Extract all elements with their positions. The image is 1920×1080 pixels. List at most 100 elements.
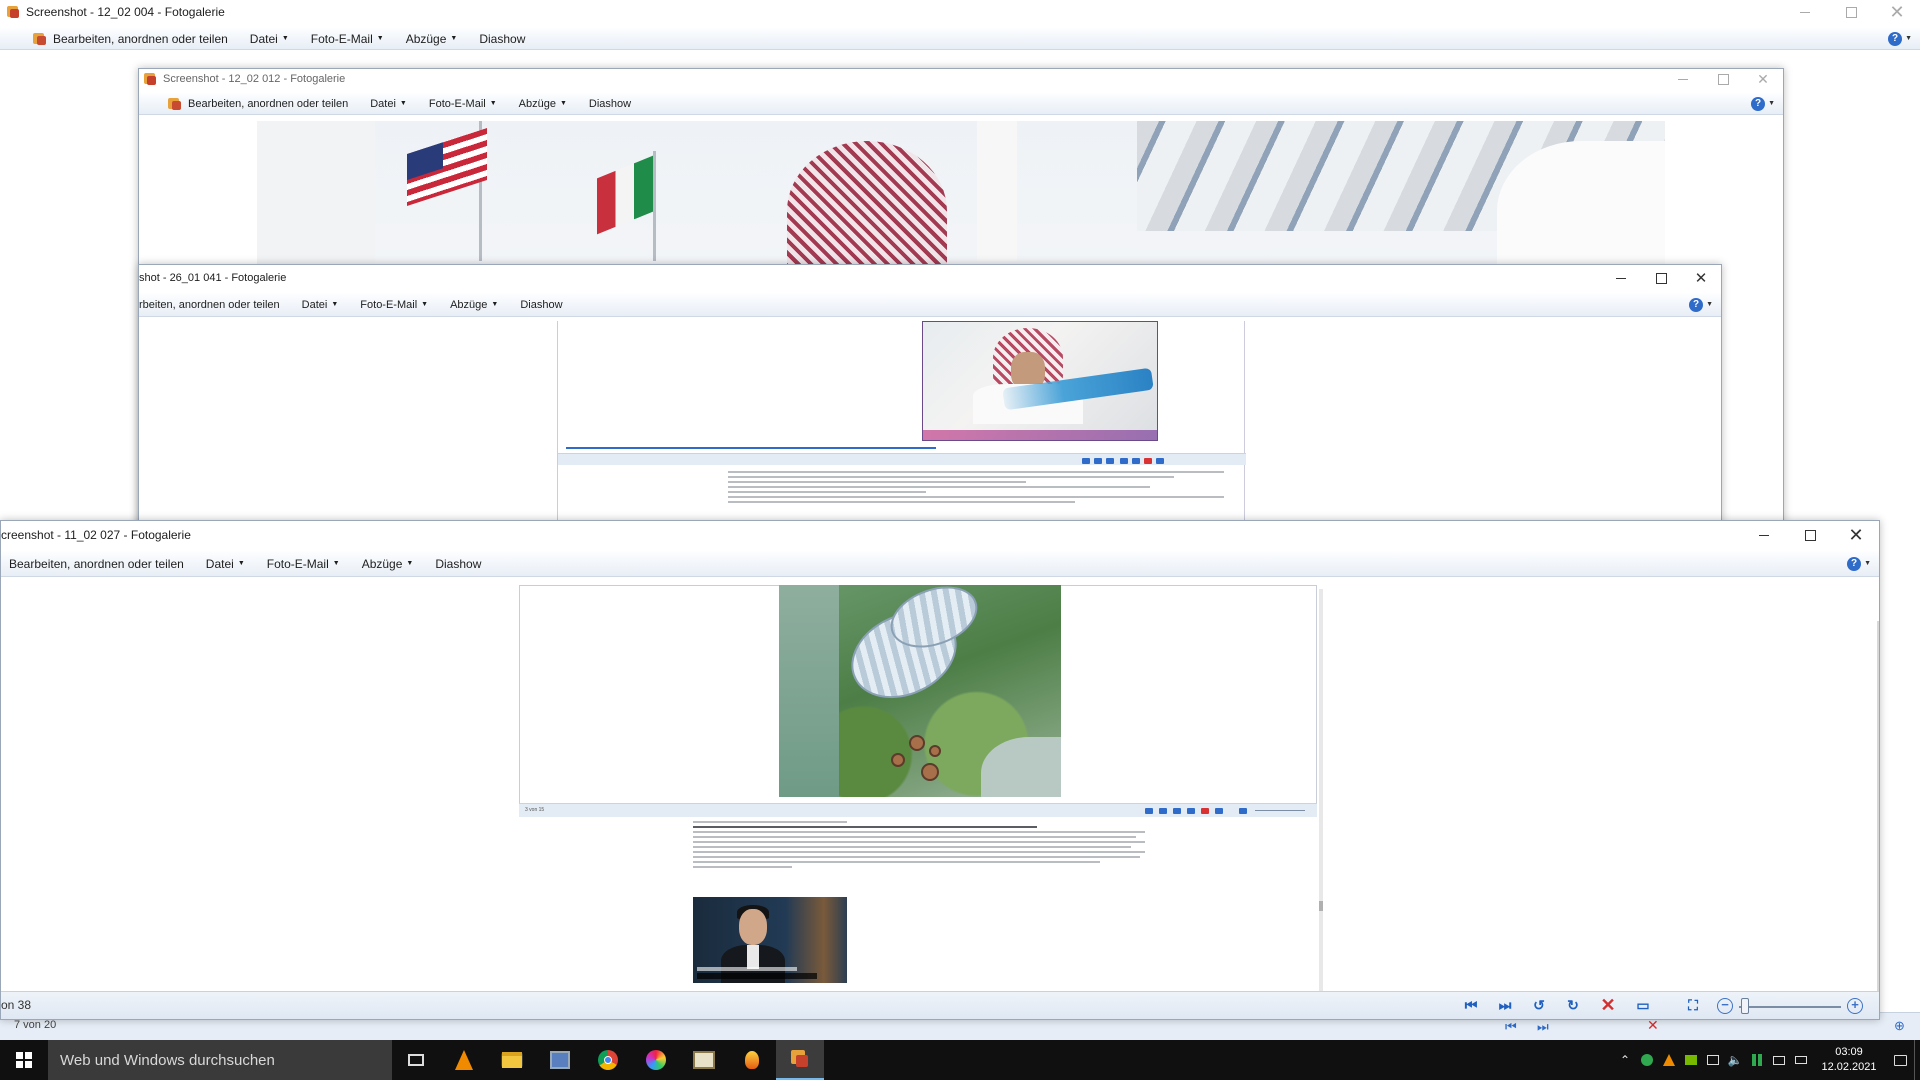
close-button[interactable]: ✕: [1681, 265, 1721, 291]
edit-share-menu[interactable]: Bearbeiten, anordnen oder teilen: [157, 93, 359, 114]
zoom-slider-track[interactable]: [1739, 1005, 1841, 1008]
help-button[interactable]: ? ▼: [1689, 297, 1713, 312]
rotate-right-icon[interactable]: ↻: [1563, 997, 1583, 1015]
last-image-icon[interactable]: ⏭: [1537, 1019, 1549, 1035]
caret-down-icon: ▼: [491, 301, 499, 308]
display-icon[interactable]: [1768, 1040, 1790, 1080]
search-placeholder: Web und Windows durchsuchen: [60, 1051, 275, 1069]
keyboard-icon[interactable]: [1790, 1040, 1812, 1080]
first-image-icon[interactable]: ⏮: [1505, 1019, 1517, 1035]
edit-share-menu[interactable]: Bearbeiten, anordnen oder teilen: [1, 551, 195, 576]
title-bar[interactable]: Screenshot - 12_02 012 - Fotogalerie ✕: [139, 69, 1783, 89]
photo-viewer-icon[interactable]: [680, 1040, 728, 1080]
action-center-icon[interactable]: [1886, 1040, 1914, 1080]
chrome-icon[interactable]: [584, 1040, 632, 1080]
prints-menu[interactable]: Abzüge ▼: [351, 551, 425, 576]
help-button[interactable]: ? ▼: [1751, 96, 1775, 111]
caret-down-icon: ▼: [450, 35, 458, 42]
task-view-icon[interactable]: [392, 1040, 440, 1080]
file-menu[interactable]: Datei ▼: [239, 28, 300, 49]
zoom-out-icon[interactable]: −: [1717, 997, 1733, 1014]
battery-bars-icon[interactable]: [1746, 1040, 1768, 1080]
edit-share-menu[interactable]: Bearbeiten, anordnen oder teilen: [22, 28, 239, 49]
app-window-icon[interactable]: [536, 1040, 584, 1080]
clock-date: 12.02.2021: [1821, 1061, 1877, 1073]
show-desktop-button[interactable]: [1914, 1040, 1920, 1080]
file-explorer-icon[interactable]: [488, 1040, 536, 1080]
caret-down-icon: ▼: [489, 100, 497, 107]
nested-toolbar: [558, 453, 1246, 465]
menu-label: Diashow: [435, 556, 482, 571]
slideshow-menu[interactable]: Diashow: [424, 551, 492, 576]
chevron-up-icon[interactable]: ⌃: [1614, 1040, 1636, 1080]
zoom-in-icon[interactable]: +: [1847, 997, 1863, 1014]
email-menu[interactable]: Foto-E-Mail ▼: [300, 28, 395, 49]
email-menu[interactable]: Foto-E-Mail ▼: [349, 293, 439, 316]
taskbar-search[interactable]: Web und Windows durchsuchen: [48, 1040, 392, 1080]
title-bar[interactable]: shot - 26_01 041 - Fotogalerie ✕: [139, 265, 1721, 291]
help-icon: ?: [1689, 297, 1704, 312]
title-bar[interactable]: Screenshot - 12_02 004 - Fotogalerie ✕: [0, 0, 1920, 24]
vlc-tray-icon[interactable]: [1658, 1040, 1680, 1080]
network-icon[interactable]: [1702, 1040, 1724, 1080]
menu-label: Bearbeiten, anordnen oder teilen: [188, 97, 349, 110]
slideshow-menu[interactable]: Diashow: [578, 93, 642, 114]
volume-icon[interactable]: 🔈: [1724, 1040, 1746, 1080]
photo-gallery-app-icon: [143, 72, 157, 86]
fire-app-icon[interactable]: [728, 1040, 776, 1080]
minimize-button[interactable]: [1741, 521, 1787, 549]
help-button[interactable]: ? ▼: [1888, 31, 1912, 46]
close-button[interactable]: ✕: [1874, 0, 1920, 24]
maximize-button[interactable]: [1641, 265, 1681, 291]
delete-icon[interactable]: ✕: [1598, 995, 1618, 1015]
minimize-button[interactable]: [1601, 265, 1641, 291]
file-menu[interactable]: Datei ▼: [195, 551, 256, 576]
file-menu[interactable]: Datei ▼: [291, 293, 350, 316]
maximize-button[interactable]: [1703, 69, 1743, 89]
title-bar[interactable]: creenshot - 11_02 027 - Fotogalerie ✕: [1, 521, 1879, 549]
last-image-icon[interactable]: ⏭: [1495, 997, 1515, 1015]
zoom-slider-thumb[interactable]: [1741, 997, 1750, 1014]
help-button[interactable]: ? ▼: [1847, 556, 1871, 571]
menu-label: Abzüge: [450, 298, 488, 311]
email-menu[interactable]: Foto-E-Mail ▼: [256, 551, 351, 576]
vlc-icon[interactable]: [440, 1040, 488, 1080]
file-menu[interactable]: Datei ▼: [359, 93, 418, 114]
first-image-icon[interactable]: ⏮: [1461, 997, 1481, 1015]
displayed-image: 3 von 15: [519, 585, 1323, 1003]
security-check-icon[interactable]: [1636, 1040, 1658, 1080]
caret-down-icon: ▼: [1864, 560, 1871, 567]
slideshow-menu[interactable]: Diashow: [509, 293, 573, 316]
minimize-button[interactable]: [1782, 0, 1828, 24]
menu-label: Datei: [370, 97, 396, 110]
zoom-in-icon[interactable]: ⊕: [1894, 1018, 1905, 1034]
email-menu[interactable]: Foto-E-Mail ▼: [418, 93, 508, 114]
clock[interactable]: 03:09 12.02.2021: [1812, 1045, 1886, 1075]
vertical-scrollbar[interactable]: [1877, 621, 1879, 991]
maximize-button[interactable]: [1828, 0, 1874, 24]
caret-down-icon: ▼: [376, 35, 384, 42]
slideshow-icon[interactable]: ▭: [1633, 997, 1653, 1015]
menu-bar: Bearbeiten, anordnen oder teilen Datei ▼ …: [0, 28, 1920, 50]
prints-menu[interactable]: Abzüge ▼: [439, 293, 509, 316]
maximize-button[interactable]: [1787, 521, 1833, 549]
rotate-left-icon[interactable]: ↺: [1529, 997, 1549, 1015]
close-button[interactable]: ✕: [1743, 69, 1783, 89]
menu-label: Foto-E-Mail: [310, 31, 373, 46]
menu-label: Datei: [205, 556, 234, 571]
nvidia-icon[interactable]: [1680, 1040, 1702, 1080]
prints-menu[interactable]: Abzüge ▼: [508, 93, 578, 114]
edit-share-menu[interactable]: rbeiten, anordnen oder teilen: [139, 293, 291, 316]
photo-gallery-taskbar-icon[interactable]: [776, 1040, 824, 1080]
prints-menu[interactable]: Abzüge ▼: [395, 28, 469, 49]
menu-label: Abzüge: [361, 556, 403, 571]
close-button[interactable]: ✕: [1833, 521, 1879, 549]
color-wheel-app-icon[interactable]: [632, 1040, 680, 1080]
start-button[interactable]: [0, 1040, 48, 1080]
slideshow-menu[interactable]: Diashow: [468, 28, 536, 49]
menu-label: Abzüge: [518, 97, 556, 110]
minimize-button[interactable]: [1663, 69, 1703, 89]
actual-size-icon[interactable]: ⛶: [1683, 997, 1703, 1015]
help-icon: ?: [1847, 556, 1862, 571]
caret-down-icon: ▼: [399, 100, 407, 107]
